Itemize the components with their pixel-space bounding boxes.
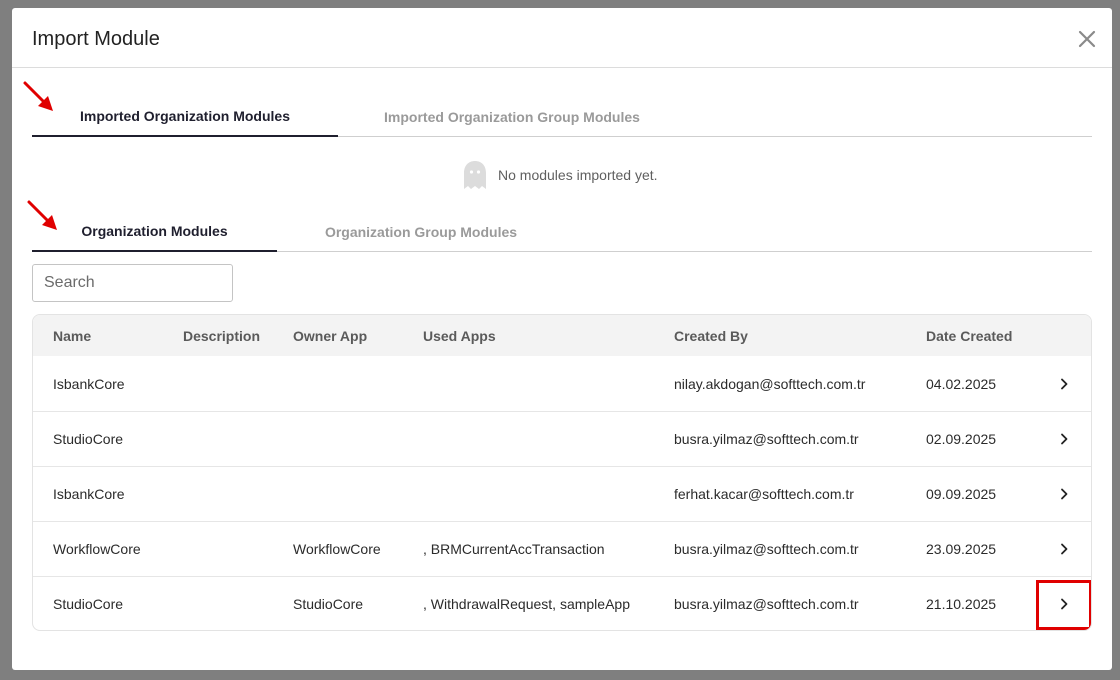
cell-date-created: 02.09.2025 [926, 431, 997, 447]
close-icon[interactable] [1076, 28, 1098, 50]
table-header: Name Description Owner App Used Apps Cre… [33, 315, 1091, 356]
modules-table: Name Description Owner App Used Apps Cre… [32, 314, 1092, 631]
tab-imported-organization-modules[interactable]: Imported Organization Modules [32, 96, 338, 137]
table-row[interactable]: StudioCore busra.yilmaz@softtech.com.tr … [33, 411, 1091, 466]
cell-date-created: 21.10.2025 [926, 596, 997, 612]
import-module-dialog: Import Module Imported Organization Modu… [12, 8, 1112, 670]
chevron-right-icon[interactable] [1035, 577, 1091, 630]
cell-date-created: 09.09.2025 [926, 486, 997, 502]
table-row[interactable]: IsbankCore ferhat.kacar@softtech.com.tr … [33, 466, 1091, 521]
table-row[interactable]: WorkflowCore WorkflowCore , BRMCurrentAc… [33, 521, 1091, 576]
empty-state-text: No modules imported yet. [498, 167, 658, 183]
cell-created-by: ferhat.kacar@softtech.com.tr [674, 486, 854, 502]
column-header-name[interactable]: Name [53, 315, 91, 356]
cell-used-apps: , BRMCurrentAccTransaction [423, 541, 605, 557]
cell-owner-app: StudioCore [293, 596, 364, 612]
ghost-icon [464, 161, 486, 189]
cell-created-by: nilay.akdogan@softtech.com.tr [674, 375, 866, 392]
column-header-description[interactable]: Description [183, 315, 260, 356]
column-header-used-apps[interactable]: Used Apps [423, 315, 496, 356]
chevron-right-icon[interactable] [1035, 522, 1091, 576]
tab-organization-modules[interactable]: Organization Modules [32, 211, 277, 252]
cell-date-created: 04.02.2025 [926, 375, 997, 392]
cell-name: StudioCore [53, 596, 124, 612]
dialog-header: Import Module [12, 8, 1112, 68]
empty-state: No modules imported yet. [462, 160, 658, 190]
module-tabs: Organization Modules Organization Group … [32, 211, 1092, 252]
cell-date-created: 23.09.2025 [926, 541, 997, 557]
chevron-right-icon[interactable] [1035, 412, 1091, 466]
cell-used-apps: , WithdrawalRequest, sampleApp [423, 596, 630, 612]
search-input[interactable] [32, 264, 233, 302]
cell-name: IsbankCore [53, 486, 125, 502]
cell-name: IsbankCore [53, 375, 125, 392]
cell-name: WorkflowCore [53, 541, 141, 557]
column-header-date-created[interactable]: Date Created [926, 315, 1012, 356]
tab-organization-group-modules[interactable]: Organization Group Modules [277, 211, 565, 252]
cell-name: StudioCore [53, 431, 124, 447]
tab-imported-organization-group-modules[interactable]: Imported Organization Group Modules [338, 96, 686, 137]
table-row[interactable]: IsbankCore nilay.akdogan@softtech.com.tr… [33, 356, 1091, 411]
table-row[interactable]: StudioCore StudioCore , WithdrawalReques… [33, 576, 1091, 630]
imported-modules-tabs: Imported Organization Modules Imported O… [32, 96, 1092, 137]
cell-created-by: busra.yilmaz@softtech.com.tr [674, 596, 859, 612]
column-header-created-by[interactable]: Created By [674, 315, 748, 356]
dialog-title: Import Module [32, 28, 160, 50]
chevron-right-icon[interactable] [1035, 467, 1091, 521]
chevron-right-icon[interactable] [1035, 356, 1091, 411]
column-header-owner-app[interactable]: Owner App [293, 315, 367, 356]
cell-owner-app: WorkflowCore [293, 541, 381, 557]
cell-created-by: busra.yilmaz@softtech.com.tr [674, 431, 859, 447]
cell-created-by: busra.yilmaz@softtech.com.tr [674, 541, 859, 557]
